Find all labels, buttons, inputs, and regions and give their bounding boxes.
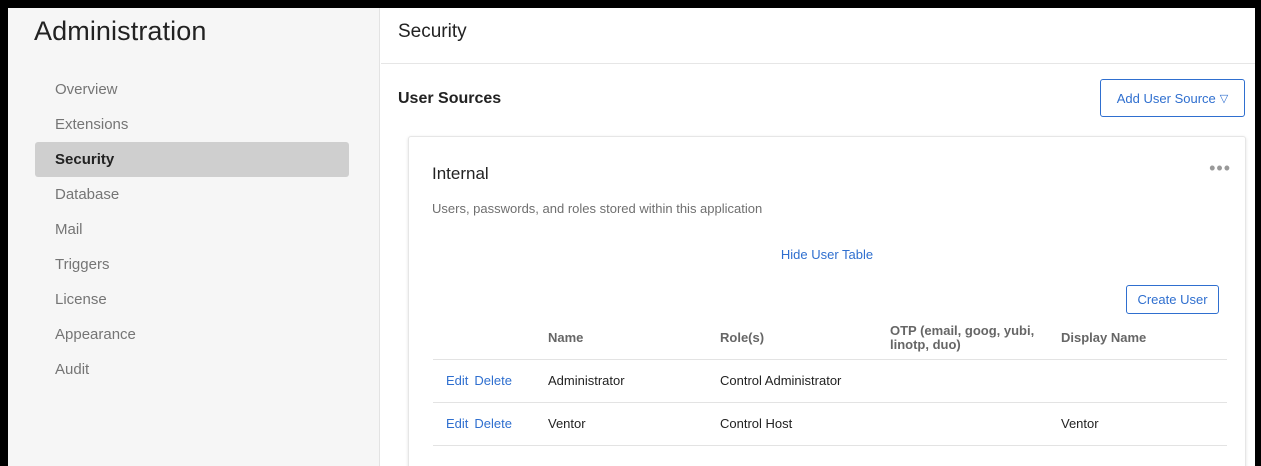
column-header-roles: Role(s) bbox=[720, 330, 765, 346]
cell-name: Administrator bbox=[548, 358, 720, 402]
users-table: Name Role(s) OTP (email, goog, yubi, lin… bbox=[433, 318, 1227, 446]
caret-down-icon: ▽ bbox=[1219, 92, 1229, 105]
create-user-button[interactable]: Create User bbox=[1126, 285, 1219, 314]
sidebar-title: Administration bbox=[34, 16, 207, 46]
table-header-row: Name Role(s) OTP (email, goog, yubi, lin… bbox=[433, 318, 1227, 359]
column-header-display-name: Display Name bbox=[1061, 330, 1147, 346]
column-header-name: Name bbox=[548, 330, 584, 346]
more-horizontal-icon[interactable]: ••• bbox=[1209, 159, 1231, 177]
app-window: Administration Overview Extensions Secur… bbox=[8, 8, 1255, 466]
main-content: Security User Sources Add User Source ▽ … bbox=[381, 8, 1255, 466]
edit-link[interactable]: Edit bbox=[446, 416, 468, 431]
user-source-card: Internal ••• Users, passwords, and roles… bbox=[408, 136, 1246, 466]
column-header-otp: OTP (email, goog, yubi, linotp, duo) bbox=[890, 323, 1035, 353]
cell-role: Control Administrator bbox=[720, 358, 890, 402]
cell-otp bbox=[890, 401, 1061, 446]
section-title: User Sources bbox=[398, 90, 502, 107]
cell-otp bbox=[890, 358, 1061, 402]
edit-link[interactable]: Edit bbox=[446, 373, 468, 388]
add-user-source-button[interactable]: Add User Source ▽ bbox=[1100, 79, 1245, 117]
card-title: Internal bbox=[432, 164, 489, 183]
sidebar-item-appearance[interactable]: Appearance bbox=[35, 317, 349, 352]
table-row: Edit Delete Ventor Control Host Ventor bbox=[433, 401, 1227, 446]
page-title: Security bbox=[398, 21, 467, 42]
table-row: Edit Delete Administrator Control Adminis… bbox=[433, 358, 1227, 402]
row-actions: Edit Delete bbox=[433, 401, 548, 446]
card-description: Users, passwords, and roles stored withi… bbox=[432, 201, 763, 216]
sidebar-item-triggers[interactable]: Triggers bbox=[35, 247, 349, 282]
sidebar-item-mail[interactable]: Mail bbox=[35, 212, 349, 247]
cell-role: Control Host bbox=[720, 401, 890, 446]
sidebar-nav: Overview Extensions Security Database Ma… bbox=[35, 72, 349, 387]
row-actions: Edit Delete bbox=[433, 358, 548, 402]
cell-display-name bbox=[1061, 358, 1227, 402]
sidebar-item-security[interactable]: Security bbox=[35, 142, 349, 177]
header-divider bbox=[381, 63, 1255, 64]
sidebar-item-license[interactable]: License bbox=[35, 282, 349, 317]
sidebar-item-audit[interactable]: Audit bbox=[35, 352, 349, 387]
add-user-source-label: Add User Source bbox=[1116, 90, 1216, 106]
cell-display-name: Ventor bbox=[1061, 401, 1227, 446]
actions-column-header bbox=[433, 318, 548, 359]
delete-link[interactable]: Delete bbox=[474, 416, 512, 431]
sidebar-item-extensions[interactable]: Extensions bbox=[35, 107, 349, 142]
delete-link[interactable]: Delete bbox=[474, 373, 512, 388]
sidebar: Administration Overview Extensions Secur… bbox=[8, 8, 380, 466]
sidebar-item-overview[interactable]: Overview bbox=[35, 72, 349, 107]
sidebar-item-database[interactable]: Database bbox=[35, 177, 349, 212]
cell-name: Ventor bbox=[548, 401, 720, 446]
hide-user-table-link[interactable]: Hide User Table bbox=[409, 247, 1245, 262]
